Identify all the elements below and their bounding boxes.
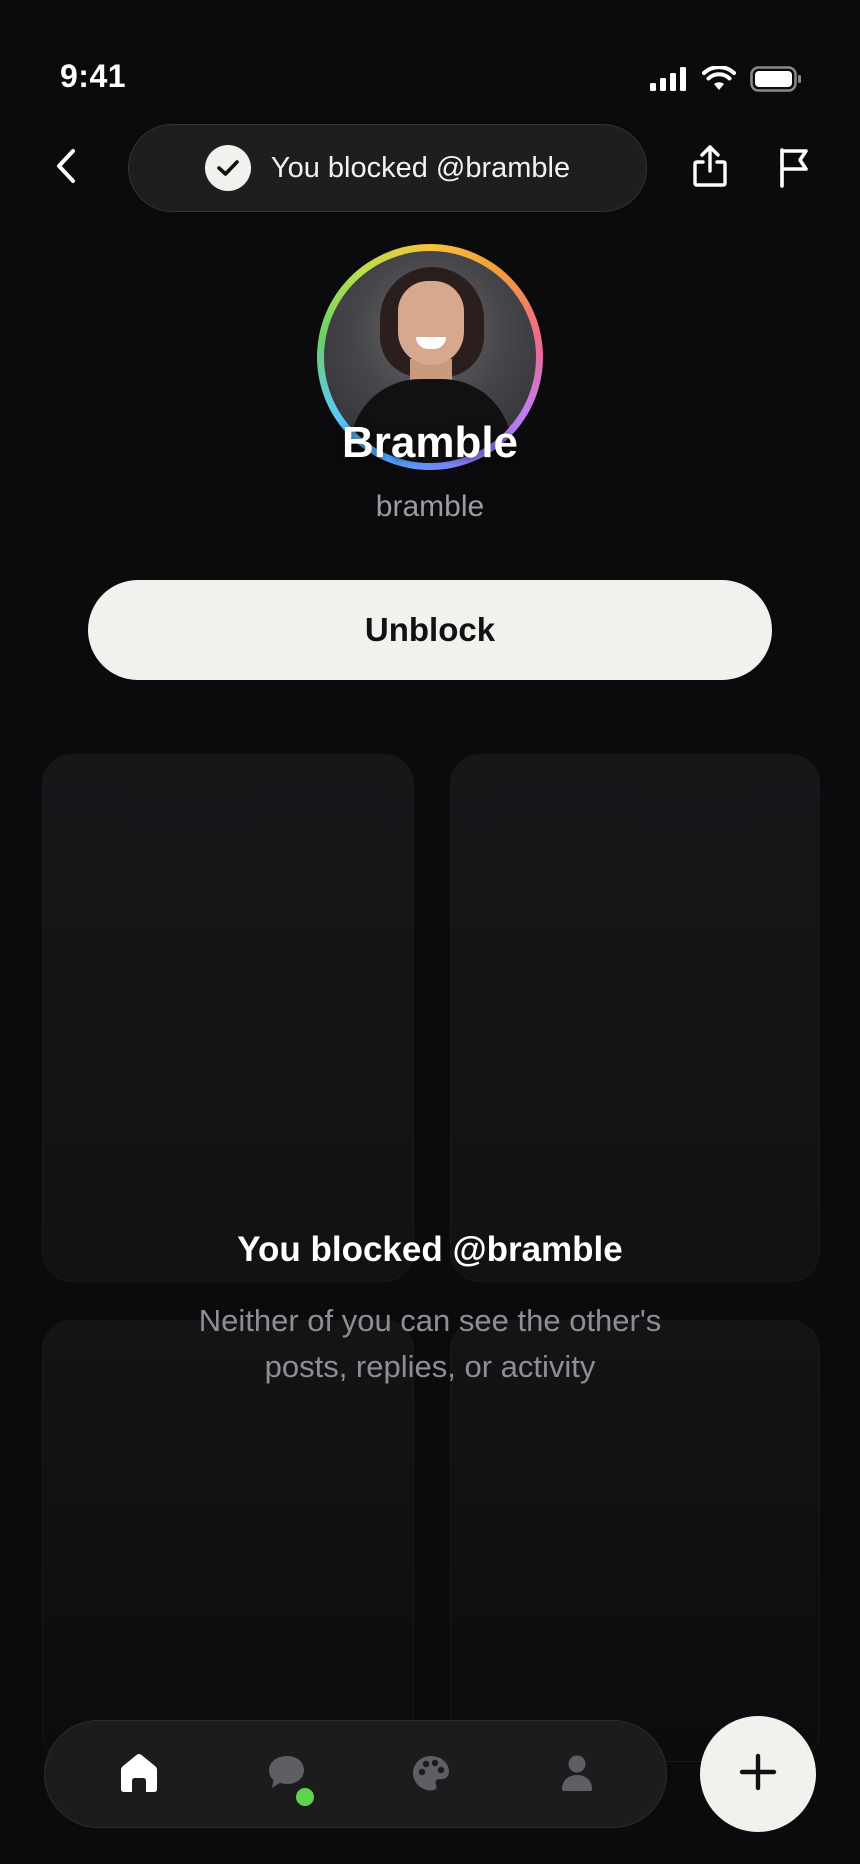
status-icons (650, 65, 802, 97)
back-button[interactable] (44, 140, 88, 196)
blocked-toast: You blocked @bramble (128, 124, 647, 212)
compose-button[interactable] (700, 1716, 816, 1832)
unblock-button[interactable]: Unblock (88, 580, 772, 680)
home-icon (117, 1752, 161, 1799)
chevron-left-icon (53, 147, 79, 190)
report-button[interactable] (770, 142, 818, 196)
bottom-nav (44, 1720, 667, 1828)
toast-text: You blocked @bramble (270, 151, 571, 184)
post-placeholder (42, 754, 414, 1282)
status-time: 9:41 (60, 58, 127, 94)
share-button[interactable] (686, 140, 734, 196)
palette-icon (410, 1753, 452, 1798)
nav-palette[interactable] (403, 1747, 459, 1803)
flag-icon (777, 146, 811, 193)
nav-home[interactable] (111, 1747, 167, 1803)
post-placeholder (450, 754, 820, 1282)
profile-handle: bramble (375, 490, 485, 523)
wifi-icon (702, 65, 736, 97)
profile-icon (559, 1753, 595, 1798)
unread-badge (293, 1785, 317, 1809)
nav-profile[interactable] (549, 1747, 605, 1803)
blocked-description: Neither of you can see the other's posts… (198, 1303, 662, 1384)
share-icon (692, 144, 728, 193)
checkmark-icon (204, 145, 251, 191)
battery-icon (750, 66, 802, 97)
profile-name: Bramble (341, 418, 519, 467)
cellular-signal-icon (650, 67, 688, 96)
plus-icon (738, 1752, 778, 1797)
blocked-title: You blocked @bramble (237, 1230, 623, 1269)
